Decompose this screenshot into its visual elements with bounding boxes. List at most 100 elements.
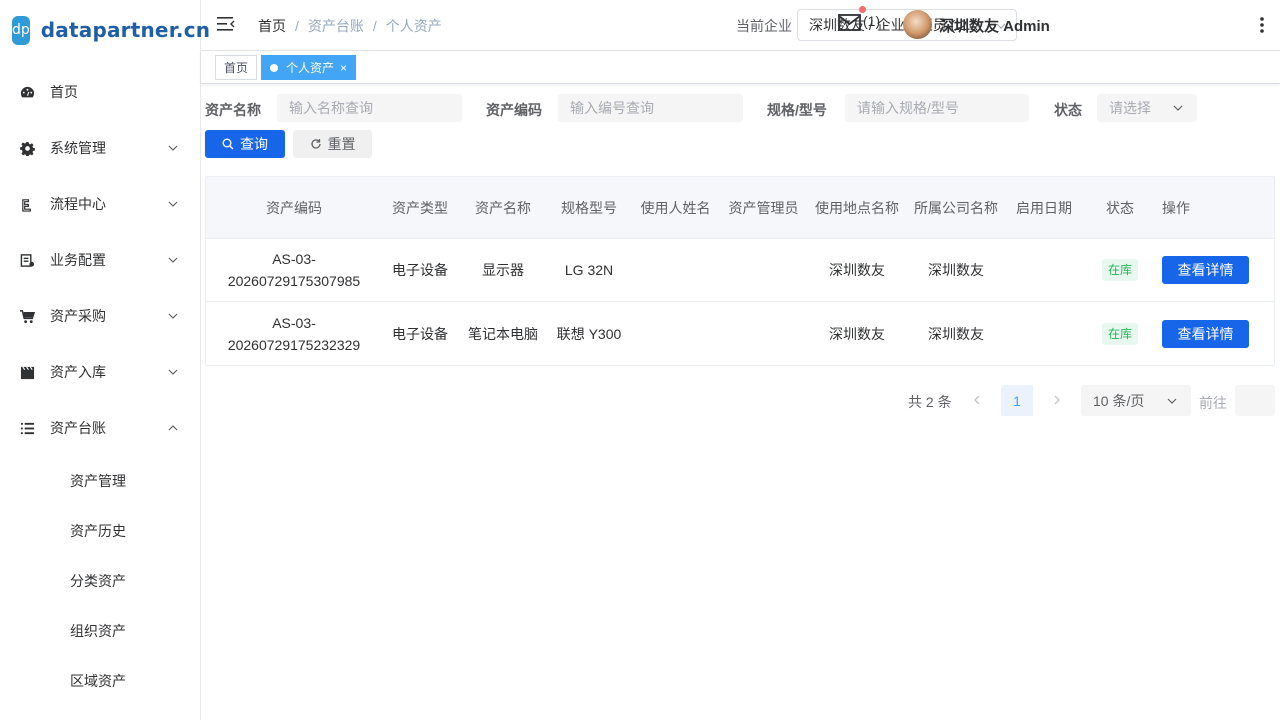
mail-count: (1)	[863, 13, 881, 29]
goto-page-input[interactable]	[1235, 385, 1275, 416]
close-icon[interactable]: ×	[340, 61, 347, 75]
asset-name-placeholder: 输入名称查询	[289, 100, 373, 116]
asset-admin	[721, 302, 806, 365]
asset-name: 笔记本电脑	[468, 325, 538, 342]
breadcrumb-home[interactable]: 首页	[258, 16, 286, 36]
sidebar-item-home[interactable]: 首页	[0, 64, 200, 120]
view-detail-button[interactable]: 查看详情	[1162, 256, 1249, 284]
chevron-up-icon	[168, 425, 178, 431]
page-number-current[interactable]: 1	[1001, 385, 1033, 416]
collapse-menu-icon[interactable]	[217, 16, 235, 32]
action-cell: 查看详情	[1156, 302, 1274, 365]
search-icon	[222, 138, 234, 150]
chevron-down-icon	[168, 257, 178, 263]
sidebar-item-inbound[interactable]: 资产入库	[0, 344, 200, 400]
avatar[interactable]	[903, 10, 932, 39]
column-header: 资产名称	[475, 199, 531, 216]
asset-code: AS-03-20260729175232329	[227, 314, 361, 353]
sidebar-subitem-asset-manage[interactable]: 资产管理	[0, 456, 200, 506]
company: 深圳数友	[928, 325, 984, 342]
active-dot	[270, 63, 278, 72]
sidebar-subitem-org-asset[interactable]: 组织资产	[0, 606, 200, 656]
chevron-down-icon	[168, 145, 178, 151]
tag-home[interactable]: 首页	[215, 55, 258, 80]
sidebar-item-label: 资产采购	[50, 308, 106, 324]
column-header: 使用人姓名	[640, 199, 711, 216]
view-detail-button[interactable]: 查看详情	[1162, 319, 1249, 348]
table-row: AS-03-20260729175232329 电子设备 笔记本电脑 联想 Y3…	[206, 302, 1274, 365]
table-row: AS-03-20260729175307985 电子设备 显示器 LG 32N …	[206, 239, 1274, 302]
sidebar-menu: 首页 系统管理 流程中心 业务配置 资产采购 资产入库 资产台账 资产管理 资产…	[0, 64, 200, 706]
tag-label: 首页	[224, 61, 249, 75]
user-name[interactable]: 深圳数友 Admin	[939, 15, 1050, 36]
chevron-down-icon	[168, 201, 178, 207]
column-header: 状态	[1106, 199, 1134, 216]
sidebar-item-config[interactable]: 业务配置	[0, 232, 200, 288]
status-cell: 在库	[1084, 302, 1156, 365]
asset-code: AS-03-20260729175307985	[227, 251, 361, 289]
location: 深圳数友	[829, 262, 885, 278]
pagination-total: 共 2 条	[908, 394, 952, 410]
page-size-select[interactable]: 10 条/页	[1081, 385, 1191, 416]
reset-label: 重置	[327, 136, 356, 152]
enable-date	[1004, 302, 1084, 365]
column-header: 规格型号	[561, 199, 617, 216]
asset-table: 资产编码 资产类型 资产名称 规格型号 使用人姓名 资产管理员 使用地点名称 所…	[205, 176, 1275, 366]
sidebar-subitem-category-asset[interactable]: 分类资产	[0, 556, 200, 606]
user-name-cell	[630, 239, 721, 301]
gear-icon	[20, 141, 35, 156]
sidebar-item-label: 业务配置	[50, 252, 106, 268]
column-header: 使用地点名称	[815, 199, 899, 216]
top-header: 首页 / 资产台账 / 个人资产 当前企业 深圳数友 / 企业管理员 (t2..…	[201, 0, 1280, 51]
asset-name: 显示器	[482, 262, 524, 278]
sidebar-subitem-region-asset[interactable]: 区域资产	[0, 656, 200, 706]
column-header: 资产类型	[392, 199, 448, 216]
clapper-icon	[20, 365, 35, 380]
logo[interactable]: dp datapartner.cn	[0, 0, 210, 60]
breadcrumb-current: 个人资产	[385, 18, 442, 34]
asset-code-label: 资产编码	[486, 102, 542, 118]
breadcrumb: 首页 / 资产台账 / 个人资产	[258, 16, 442, 36]
config-icon	[20, 253, 35, 268]
tags-view: 首页 个人资产 ×	[201, 51, 1280, 84]
mail-icon[interactable]	[838, 13, 862, 33]
sidebar-item-label: 系统管理	[50, 140, 106, 156]
status-cell: 在库	[1084, 239, 1156, 301]
status-badge: 在库	[1101, 322, 1138, 345]
sidebar-item-label: 资产台账	[50, 420, 106, 436]
chevron-right-icon[interactable]	[1050, 393, 1064, 407]
tag-label: 个人资产	[286, 61, 335, 75]
spec-placeholder: 请输入规格/型号	[857, 100, 959, 116]
asset-code-input[interactable]: 输入编号查询	[558, 94, 743, 122]
sidebar-item-purchase[interactable]: 资产采购	[0, 288, 200, 344]
logo-badge: dp	[12, 15, 30, 45]
asset-name-input[interactable]: 输入名称查询	[277, 94, 462, 122]
chevron-left-icon[interactable]	[970, 393, 984, 407]
goto-label: 前往	[1199, 395, 1227, 411]
brand-name: datapartner.cn	[40, 18, 211, 42]
query-button[interactable]: 查询	[205, 130, 285, 158]
status-select[interactable]: 请选择	[1097, 94, 1197, 122]
chevron-down-icon	[1167, 398, 1177, 404]
tag-personal-assets[interactable]: 个人资产 ×	[261, 55, 357, 80]
breadcrumb-separator: /	[372, 18, 377, 34]
asset-spec: LG 32N	[564, 262, 614, 278]
sidebar-item-flow[interactable]: 流程中心	[0, 176, 200, 232]
sidebar-item-ledger[interactable]: 资产台账	[0, 400, 200, 456]
refresh-icon	[310, 139, 321, 149]
asset-name-label: 资产名称	[205, 102, 261, 118]
sidebar-item-system[interactable]: 系统管理	[0, 120, 200, 176]
sidebar-subitem-asset-history[interactable]: 资产历史	[0, 506, 200, 556]
notification-dot	[859, 6, 866, 13]
more-vertical-icon[interactable]	[1259, 16, 1265, 34]
enable-date	[1004, 239, 1084, 301]
breadcrumb-ledger: 资产台账	[307, 18, 364, 34]
chevron-down-icon	[1173, 105, 1183, 111]
spec-input[interactable]: 请输入规格/型号	[845, 94, 1029, 122]
reset-button[interactable]: 重置	[293, 130, 372, 158]
flow-icon	[20, 197, 35, 212]
sidebar-item-label: 首页	[50, 84, 78, 100]
sidebar-item-label: 流程中心	[50, 196, 106, 212]
query-label: 查询	[240, 136, 268, 152]
asset-code-placeholder: 输入编号查询	[570, 100, 654, 116]
